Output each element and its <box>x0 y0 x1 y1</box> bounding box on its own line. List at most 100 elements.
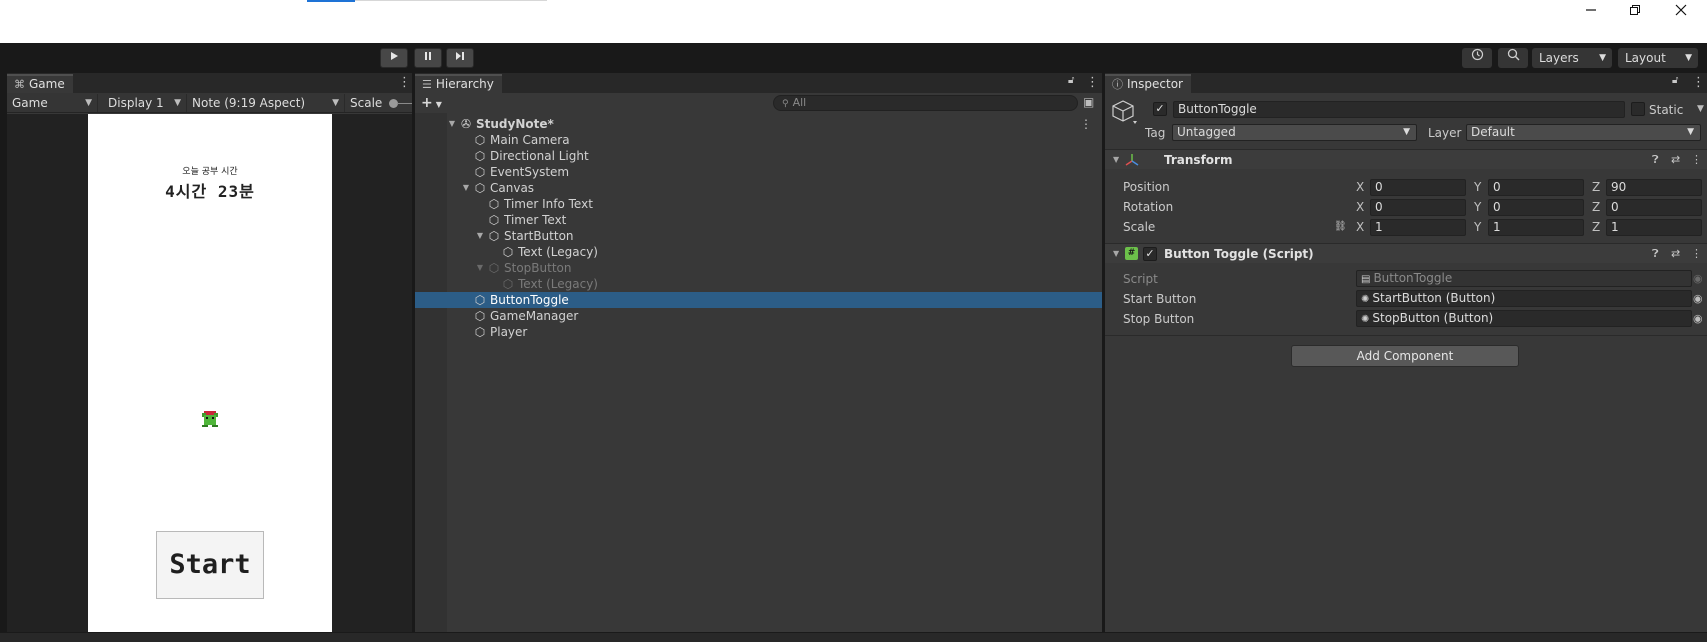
rotation-y-field[interactable]: 0 <box>1488 199 1584 216</box>
stop-button-field[interactable]: ✺ StopButton (Button) <box>1356 310 1692 327</box>
kebab-menu-icon[interactable]: ⋮ <box>1692 75 1705 90</box>
help-icon[interactable]: ❓︎ <box>1652 246 1659 262</box>
expand-triangle-icon[interactable]: ▼ <box>1113 152 1119 168</box>
display-label: Display 1 <box>108 96 164 110</box>
expand-triangle-icon[interactable]: ▼ <box>461 180 471 196</box>
static-checkbox[interactable] <box>1631 102 1645 116</box>
play-button[interactable] <box>380 48 408 68</box>
game-tabbar: ⌘ Game ⋮ <box>7 73 412 93</box>
restore-icon[interactable] <box>1612 0 1658 22</box>
tag-label: Tag <box>1145 126 1166 140</box>
lock-icon[interactable]: 🔓︎ <box>1068 75 1074 86</box>
layer-label: Layer <box>1428 126 1462 140</box>
hierarchy-item[interactable]: ⬡ GameManager <box>415 308 1102 324</box>
hierarchy-item[interactable]: ⬡ EventSystem <box>415 164 1102 180</box>
close-icon[interactable] <box>1658 0 1704 22</box>
hierarchy-item-label: Player <box>490 325 528 339</box>
start-button[interactable]: Start <box>156 531 264 599</box>
position-z-field[interactable]: 90 <box>1606 179 1702 196</box>
search-button[interactable] <box>1498 48 1528 68</box>
active-checkbox[interactable]: ✓ <box>1153 102 1167 116</box>
position-x-field[interactable]: 0 <box>1370 179 1466 196</box>
display-dropdown[interactable]: Display 1 ▼ <box>103 94 187 112</box>
history-button[interactable] <box>1462 48 1492 68</box>
kebab-menu-icon[interactable]: ⋮ <box>398 75 411 90</box>
hierarchy-item[interactable]: ▼ ✇ StudyNote* ⋮ <box>415 116 1102 132</box>
minimize-icon[interactable] <box>1568 0 1614 22</box>
tag-dropdown[interactable]: Untagged ▼ <box>1172 124 1417 141</box>
preset-icon[interactable]: ⇄ <box>1671 246 1680 262</box>
transform-header[interactable]: ▼ Transform ❓︎ ⇄ ⋮ <box>1105 149 1707 169</box>
object-picker-icon[interactable]: ◉ <box>1693 311 1703 327</box>
axis-y: Y <box>1474 180 1482 194</box>
help-icon[interactable]: ❓︎ <box>1652 152 1659 168</box>
pause-button[interactable] <box>414 48 442 68</box>
scale-slider[interactable]: Scale <box>345 94 412 112</box>
expand-triangle-icon[interactable]: ▼ <box>1113 246 1119 262</box>
add-component-button[interactable]: Add Component <box>1291 345 1519 367</box>
aspect-dropdown[interactable]: Note (9:19 Aspect) ▼ <box>187 94 345 112</box>
position-label: Position <box>1123 180 1170 194</box>
hierarchy-item[interactable]: ▼ ⬡ Canvas <box>415 180 1102 196</box>
chevron-down-icon[interactable]: ▼ <box>1697 101 1704 117</box>
expand-triangle-icon[interactable]: ▼ <box>475 260 485 276</box>
step-button[interactable] <box>446 48 474 68</box>
start-button-field[interactable]: ✺ StartButton (Button) <box>1356 290 1692 307</box>
chevron-down-icon: ▼ <box>1687 127 1694 137</box>
tab-strip <box>355 0 547 1</box>
object-picker-icon[interactable]: ◉ <box>1693 291 1703 307</box>
layer-dropdown[interactable]: Default ▼ <box>1466 124 1701 141</box>
scale-label: Scale <box>350 96 383 110</box>
gameobject-cube-icon <box>1112 100 1137 124</box>
position-y-field[interactable]: 0 <box>1488 179 1584 196</box>
tab-inspector[interactable]: ⓘ Inspector <box>1105 74 1191 93</box>
tab-label: Hierarchy <box>435 77 494 91</box>
hierarchy-item[interactable]: ⬡ Directional Light <box>415 148 1102 164</box>
expand-triangle-icon[interactable]: ▼ <box>475 228 485 244</box>
tab-game[interactable]: ⌘ Game <box>7 74 73 93</box>
tab-hierarchy[interactable]: ☰ Hierarchy <box>415 74 502 93</box>
hierarchy-item[interactable]: ▼ ⬡ StopButton <box>415 260 1102 276</box>
kebab-menu-icon[interactable]: ⋮ <box>1080 116 1092 132</box>
kebab-menu-icon[interactable]: ⋮ <box>1691 152 1702 168</box>
layers-dropdown[interactable]: Layers ▼ <box>1532 48 1612 68</box>
game-controls: Game ▼ Display 1 ▼ Note (9:19 Aspect) ▼ Sca… <box>7 93 412 113</box>
rotation-x-field[interactable]: 0 <box>1370 199 1466 216</box>
object-name-field[interactable]: ButtonToggle <box>1173 101 1625 118</box>
hierarchy-panel: ☰ Hierarchy 🔓︎ ⋮ + ▼ ⚲ All ▣ ▼ ✇ StudyNote* ⋮ ⬡… <box>415 73 1102 642</box>
link-icon[interactable]: ⛓ <box>1334 219 1347 235</box>
hierarchy-item[interactable]: ⬡ Text (Legacy) <box>415 244 1102 260</box>
object-picker-icon: ◉ <box>1693 272 1703 285</box>
csharp-script-icon: # <box>1125 247 1138 260</box>
scale-y-field[interactable]: 1 <box>1488 219 1584 236</box>
layout-dropdown[interactable]: Layout ▼ <box>1618 48 1698 68</box>
hierarchy-item[interactable]: ⬡ Timer Info Text <box>415 196 1102 212</box>
scene-visibility-icon[interactable]: ▣ <box>1083 95 1094 109</box>
static-label: Static <box>1649 103 1684 117</box>
inspector-tabbar: ⓘ Inspector 🔓︎ ⋮ <box>1105 73 1707 93</box>
preset-icon[interactable]: ⇄ <box>1671 152 1680 168</box>
hierarchy-item[interactable]: ⬡ Text (Legacy) <box>415 276 1102 292</box>
scale-z-field[interactable]: 1 <box>1606 219 1702 236</box>
add-object-button[interactable]: + ▼ <box>421 95 442 113</box>
hierarchy-item[interactable]: ⬡ ButtonToggle <box>415 292 1102 308</box>
expand-triangle-icon[interactable]: ▼ <box>447 116 457 132</box>
lock-icon[interactable]: 🔓︎ <box>1672 75 1678 86</box>
hierarchy-item[interactable]: ⬡ Timer Text <box>415 212 1102 228</box>
rotation-z-field[interactable]: 0 <box>1606 199 1702 216</box>
scale-x-field[interactable]: 1 <box>1370 219 1466 236</box>
hierarchy-item-label: ButtonToggle <box>490 293 569 307</box>
game-mode-dropdown[interactable]: Game ▼ <box>7 94 98 112</box>
hierarchy-item[interactable]: ▼ ⬡ StartButton <box>415 228 1102 244</box>
hierarchy-item[interactable]: ⬡ Player <box>415 324 1102 340</box>
kebab-menu-icon[interactable]: ⋮ <box>1086 75 1099 90</box>
hierarchy-item[interactable]: ⬡ Main Camera <box>415 132 1102 148</box>
hierarchy-search-input[interactable]: ⚲ All <box>773 95 1078 111</box>
gameobject-icon: ⬡ <box>474 293 486 307</box>
script-component-header[interactable]: ▼ # ✓ Button Toggle (Script) ❓︎ ⇄ ⋮ <box>1105 243 1707 263</box>
hierarchy-item-label: StopButton <box>504 261 572 275</box>
hierarchy-item-label: EventSystem <box>490 165 570 179</box>
bottom-panel-strip <box>0 632 1707 642</box>
component-enabled-checkbox[interactable]: ✓ <box>1143 247 1157 261</box>
kebab-menu-icon[interactable]: ⋮ <box>1691 246 1702 262</box>
